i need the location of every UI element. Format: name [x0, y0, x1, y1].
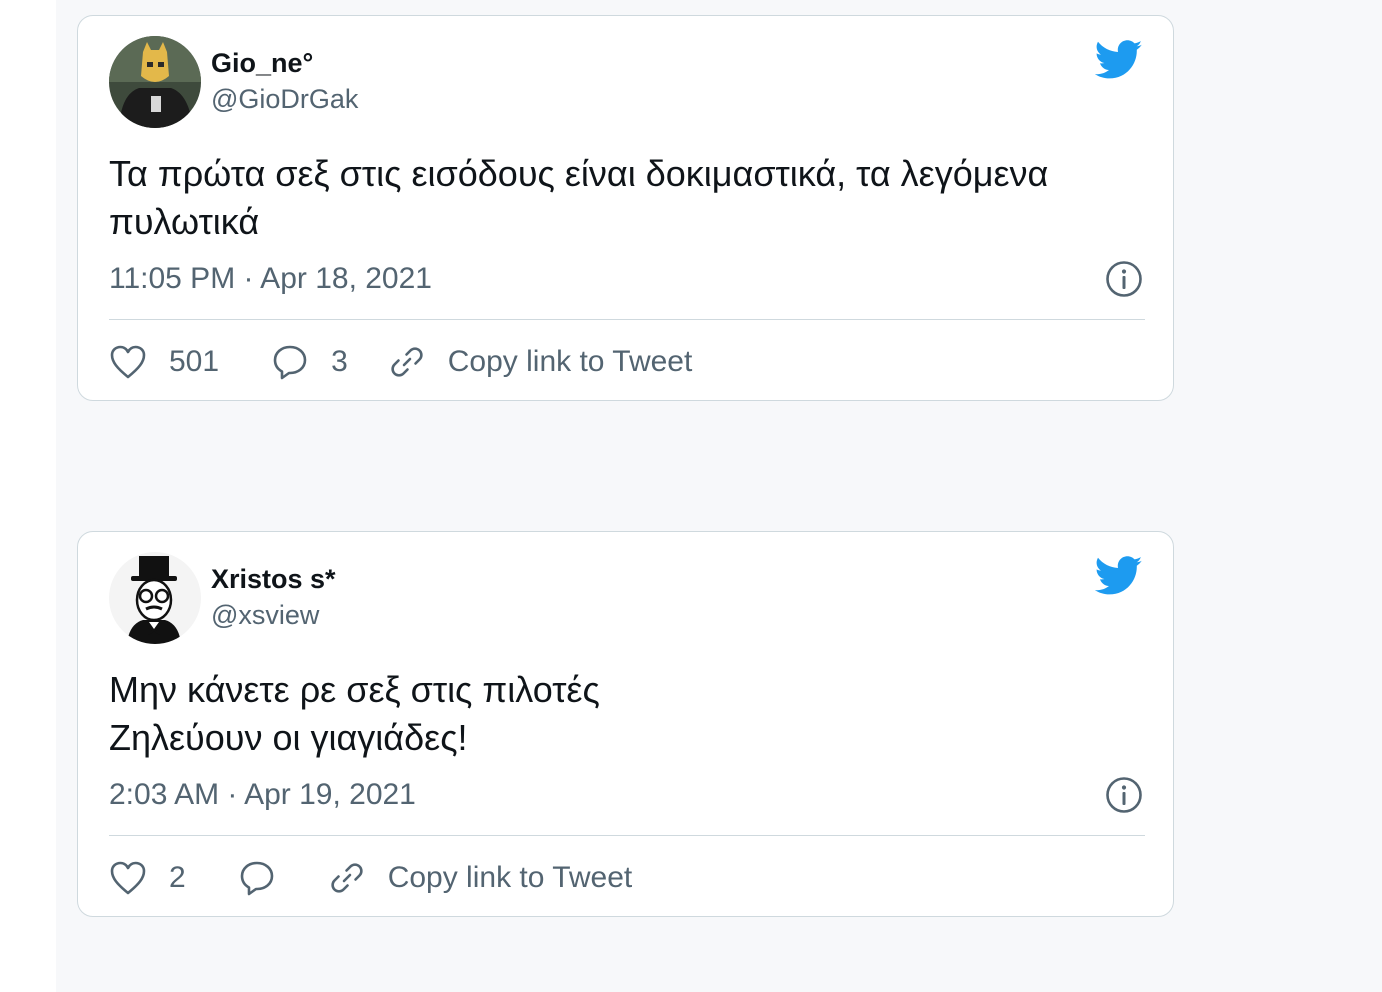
tweet-actions: 501 3 Copy link to Tweet — [109, 338, 692, 386]
speech-bubble-icon — [238, 859, 276, 897]
like-count: 2 — [169, 861, 186, 894]
reply-button[interactable] — [238, 859, 276, 897]
avatar[interactable] — [109, 552, 201, 644]
tweet-text-line: Τα πρώτα σεξ στις εισόδους είναι δοκιμασ… — [109, 153, 1049, 194]
tweet-timestamp[interactable]: 2:03 AM · Apr 19, 2021 — [109, 778, 416, 812]
tweet-card[interactable]: Gio_ne° @GioDrGak Τα πρώτα σεξ στις εισό… — [77, 15, 1174, 401]
left-margin — [0, 0, 56, 992]
author-name[interactable]: Gio_ne° — [211, 48, 313, 79]
link-icon — [388, 343, 426, 381]
like-button[interactable]: 501 — [109, 344, 219, 380]
heart-icon — [109, 344, 147, 380]
copy-link-button[interactable]: Copy link to Tweet — [328, 859, 633, 897]
divider — [109, 319, 1145, 320]
tweet-actions: 2 Copy link to Tweet — [109, 854, 632, 902]
reply-button[interactable]: 3 — [271, 343, 348, 381]
info-icon[interactable] — [1105, 260, 1143, 298]
heart-icon — [109, 860, 147, 896]
tweet-timestamp[interactable]: 11:05 PM · Apr 18, 2021 — [109, 262, 432, 296]
info-icon[interactable] — [1105, 776, 1143, 814]
tweet-card[interactable]: Xristos s* @xsview Μην κάνετε ρε σεξ στι… — [77, 531, 1174, 917]
avatar[interactable] — [109, 36, 201, 128]
link-icon — [328, 859, 366, 897]
tweet-text: Τα πρώτα σεξ στις εισόδους είναι δοκιμασ… — [109, 150, 1149, 246]
author-name[interactable]: Xristos s* — [211, 564, 336, 595]
reply-count: 3 — [331, 345, 348, 378]
author-handle[interactable]: @xsview — [211, 600, 319, 631]
copy-link-label: Copy link to Tweet — [447, 345, 693, 378]
speech-bubble-icon — [271, 343, 309, 381]
tweet-text-line: πυλωτικά — [109, 201, 260, 242]
tweet-text-line: Μην κάνετε ρε σεξ στις πιλοτές — [109, 669, 600, 710]
twitter-bird-icon[interactable] — [1094, 40, 1143, 80]
copy-link-button[interactable]: Copy link to Tweet — [388, 343, 693, 381]
like-count: 501 — [169, 345, 220, 378]
like-button[interactable]: 2 — [109, 860, 186, 896]
tweet-text-line: Ζηλεύουν οι γιαγιάδες! — [109, 717, 468, 758]
copy-link-label: Copy link to Tweet — [387, 861, 633, 894]
author-handle[interactable]: @GioDrGak — [211, 84, 358, 115]
divider — [109, 835, 1145, 836]
tweet-text: Μην κάνετε ρε σεξ στις πιλοτές Ζηλεύουν … — [109, 666, 1149, 762]
twitter-bird-icon[interactable] — [1094, 556, 1143, 596]
